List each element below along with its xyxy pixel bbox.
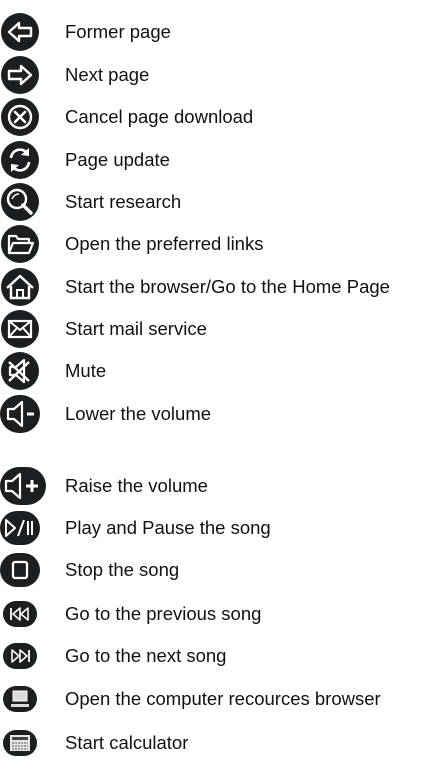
computer-icon (0, 679, 40, 719)
legend-row-mute: Mute (0, 351, 441, 391)
calculator-icon (0, 723, 40, 763)
legend-row-next-song: Go to the next song (0, 636, 441, 676)
legend-label: Start the browser/Go to the Home Page (65, 276, 390, 297)
legend-row-raise-volume: Raise the volume (0, 466, 441, 506)
legend-label: Next page (65, 64, 150, 85)
legend-label: Start research (65, 191, 182, 212)
legend-label: Go to the next song (65, 645, 227, 666)
legend-label: Stop the song (65, 559, 180, 580)
legend-row-preferred-links: Open the preferred links (0, 224, 441, 264)
legend-label: Lower the volume (65, 403, 212, 424)
legend-label: Start calculator (65, 732, 189, 753)
legend-label: Open the preferred links (65, 233, 264, 254)
legend-row-stop: Stop the song (0, 550, 441, 590)
legend-label: Mute (65, 360, 107, 381)
legend-row-home-page: Start the browser/Go to the Home Page (0, 267, 441, 307)
mail-icon (0, 309, 40, 349)
next-track-icon (0, 636, 40, 676)
folder-icon (0, 224, 40, 264)
legend-row-mail-service: Start mail service (0, 309, 441, 349)
previous-track-icon (0, 594, 40, 634)
refresh-icon (0, 140, 40, 180)
legend-row-former-page: Former page (0, 12, 441, 52)
legend-row-cancel-download: Cancel page download (0, 97, 441, 137)
volume-up-icon (0, 466, 46, 506)
legend-row-previous-song: Go to the previous song (0, 594, 441, 634)
legend-row-page-update: Page update (0, 140, 441, 180)
legend-row-calculator: Start calculator (0, 723, 441, 763)
legend-label: Cancel page download (65, 106, 254, 127)
cancel-icon (0, 97, 40, 137)
legend-label: Page update (65, 149, 170, 170)
search-icon (0, 182, 40, 222)
play-pause-icon (0, 508, 40, 548)
legend-row-lower-volume: Lower the volume (0, 394, 441, 434)
legend-row-start-research: Start research (0, 182, 441, 222)
remote-key-legend: Former page Next page Cancel page downlo… (0, 0, 441, 777)
back-arrow-icon (0, 12, 40, 52)
legend-row-computer-browser: Open the computer recources browser (0, 679, 441, 719)
home-icon (0, 267, 40, 307)
legend-label: Play and Pause the song (65, 517, 271, 538)
legend-label: Raise the volume (65, 475, 208, 496)
volume-down-icon (0, 394, 40, 434)
legend-row-next-page: Next page (0, 55, 441, 95)
legend-label: Former page (65, 21, 171, 42)
forward-arrow-icon (0, 55, 40, 95)
mute-icon (0, 351, 40, 391)
legend-label: Go to the previous song (65, 603, 262, 624)
legend-label: Open the computer recources browser (65, 688, 381, 709)
stop-icon (0, 550, 40, 590)
legend-row-play-pause: Play and Pause the song (0, 508, 441, 548)
legend-label: Start mail service (65, 318, 207, 339)
